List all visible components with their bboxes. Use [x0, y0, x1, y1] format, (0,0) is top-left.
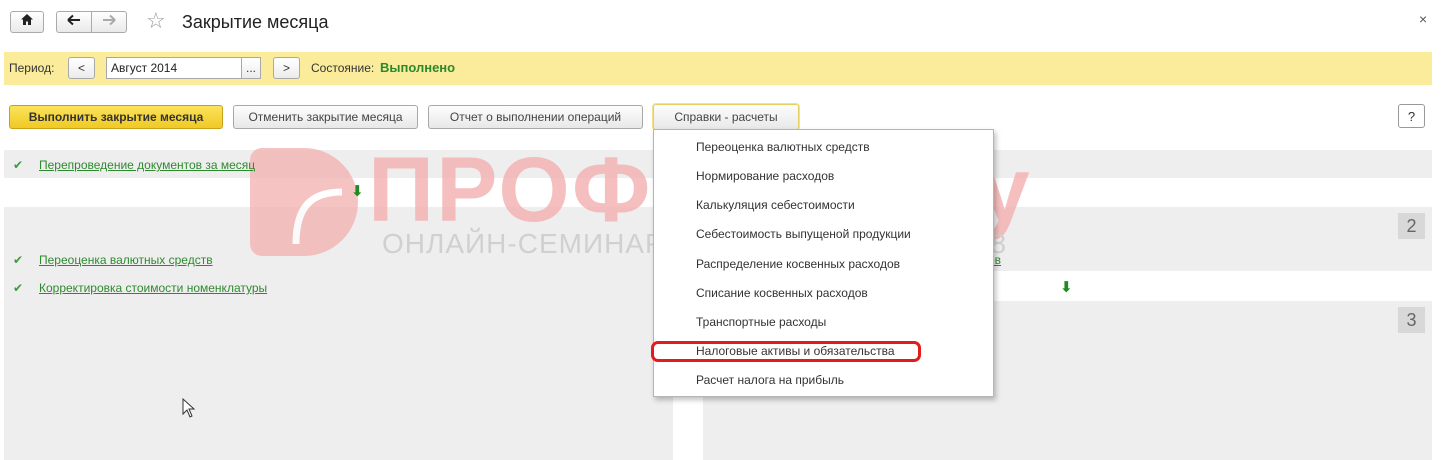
highlight-frame	[651, 341, 921, 362]
mouse-cursor-icon	[182, 397, 196, 423]
cancel-close-button[interactable]: Отменить закрытие месяца	[233, 105, 418, 129]
report-button[interactable]: Отчет о выполнении операций	[428, 105, 643, 129]
menu-item-output-cost[interactable]: Себестоимость выпущеной продукции	[696, 227, 911, 241]
watermark-logo	[250, 148, 358, 256]
check-icon: ✔	[13, 253, 24, 267]
next-period-button[interactable]: >	[273, 57, 300, 79]
status-value: Выполнено	[380, 60, 456, 75]
home-button[interactable]	[10, 11, 44, 33]
down-arrow-icon: ⬇	[351, 183, 364, 200]
menu-item-cost-calculation[interactable]: Калькуляция себестоимости	[696, 198, 855, 212]
step-number-2: 2	[1398, 213, 1425, 239]
page-title: Закрытие месяца	[182, 12, 329, 32]
prev-period-button[interactable]: <	[68, 57, 95, 79]
period-picker-button[interactable]: ...	[241, 57, 261, 79]
home-icon	[20, 13, 34, 31]
check-icon: ✔	[13, 281, 24, 295]
operation-link-cost-adjustment[interactable]: Корректировка стоимости номенклатуры	[39, 281, 267, 295]
run-close-button[interactable]: Выполнить закрытие месяца	[9, 105, 223, 129]
forward-arrow-icon	[102, 13, 116, 31]
status-label: Состояние:	[311, 61, 375, 75]
star-icon[interactable]: ☆	[146, 10, 166, 32]
menu-item-indirect-writeoff[interactable]: Списание косвенных расходов	[696, 286, 868, 300]
menu-item-expense-rationing[interactable]: Нормирование расходов	[696, 169, 834, 183]
operation-link-currency-revaluation[interactable]: Переоценка валютных средств	[39, 253, 213, 267]
menu-item-indirect-distribution[interactable]: Распределение косвенных расходов	[696, 257, 900, 271]
check-icon: ✔	[13, 158, 24, 172]
step-number-3: 3	[1398, 307, 1425, 333]
back-arrow-icon	[67, 13, 81, 31]
back-button[interactable]	[56, 11, 92, 33]
operation-link-reposting[interactable]: Перепроведение документов за месяц	[39, 158, 255, 172]
references-button[interactable]: Справки - расчеты	[652, 103, 800, 131]
down-arrow-icon: ⬇	[1060, 279, 1073, 296]
close-icon[interactable]: ×	[1419, 11, 1427, 27]
menu-item-currency-revaluation[interactable]: Переоценка валютных средств	[696, 140, 870, 154]
period-input[interactable]: Август 2014	[106, 57, 242, 79]
menu-item-profit-tax[interactable]: Расчет налога на прибыль	[696, 373, 844, 387]
period-label: Период:	[9, 61, 55, 75]
forward-button[interactable]	[91, 11, 127, 33]
menu-item-transport-expenses[interactable]: Транспортные расходы	[696, 315, 826, 329]
help-button[interactable]: ?	[1398, 104, 1425, 128]
